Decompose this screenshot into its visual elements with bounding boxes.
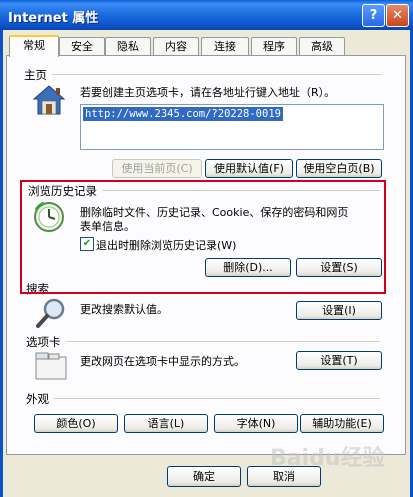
- window-title: Internet 属性: [8, 11, 99, 26]
- home-group-title: 主页: [24, 68, 47, 82]
- tab-connections[interactable]: 连接: [201, 37, 249, 55]
- home-group-rule: [52, 74, 382, 75]
- window-frame-left: [0, 30, 3, 497]
- search-description: 更改搜索默认值。: [80, 303, 168, 316]
- close-button[interactable]: ✕: [386, 4, 409, 27]
- tabs-group-title: 选项卡: [26, 335, 61, 349]
- tab-general[interactable]: 常规: [9, 35, 59, 57]
- appearance-group-title: 外观: [26, 392, 49, 406]
- tabs-group-rule: [66, 341, 380, 342]
- accessibility-button[interactable]: 辅助功能(E): [300, 414, 384, 433]
- appearance-group-rule: [54, 398, 380, 399]
- fonts-button[interactable]: 字体(N): [214, 414, 298, 433]
- tabs-description: 更改网页在选项卡中显示的方式。: [80, 355, 245, 368]
- history-highlight-box: [20, 180, 386, 294]
- tab-advanced[interactable]: 高级: [299, 37, 345, 55]
- home-url-textarea[interactable]: http://www.2345.com/?20228-0019: [80, 104, 384, 150]
- watermark: Baidu经验: [270, 446, 385, 471]
- house-icon: [32, 84, 66, 116]
- tab-security[interactable]: 安全: [59, 37, 105, 55]
- home-description: 若要创建主页选项卡，请在各地址行键入地址（R）。: [80, 86, 336, 99]
- tab-privacy[interactable]: 隐私: [105, 37, 151, 55]
- tabs-settings-button[interactable]: 设置(T): [296, 351, 382, 370]
- help-button[interactable]: ?: [362, 4, 385, 27]
- tab-programs[interactable]: 程序: [251, 37, 297, 55]
- use-default-button[interactable]: 使用默认值(F): [205, 159, 293, 178]
- home-url-value: http://www.2345.com/?20228-0019: [83, 107, 283, 121]
- use-blank-button[interactable]: 使用空白页(B): [296, 159, 382, 178]
- tabbed-window-icon: [34, 351, 68, 381]
- ok-button[interactable]: 确定: [167, 466, 241, 487]
- use-current-button[interactable]: 使用当前页(C): [112, 159, 202, 178]
- colors-button[interactable]: 颜色(O): [34, 414, 118, 433]
- search-settings-button[interactable]: 设置(I): [296, 301, 382, 320]
- languages-button[interactable]: 语言(L): [124, 414, 208, 433]
- magnifier-icon: [34, 296, 68, 330]
- tab-content[interactable]: 内容: [153, 37, 199, 55]
